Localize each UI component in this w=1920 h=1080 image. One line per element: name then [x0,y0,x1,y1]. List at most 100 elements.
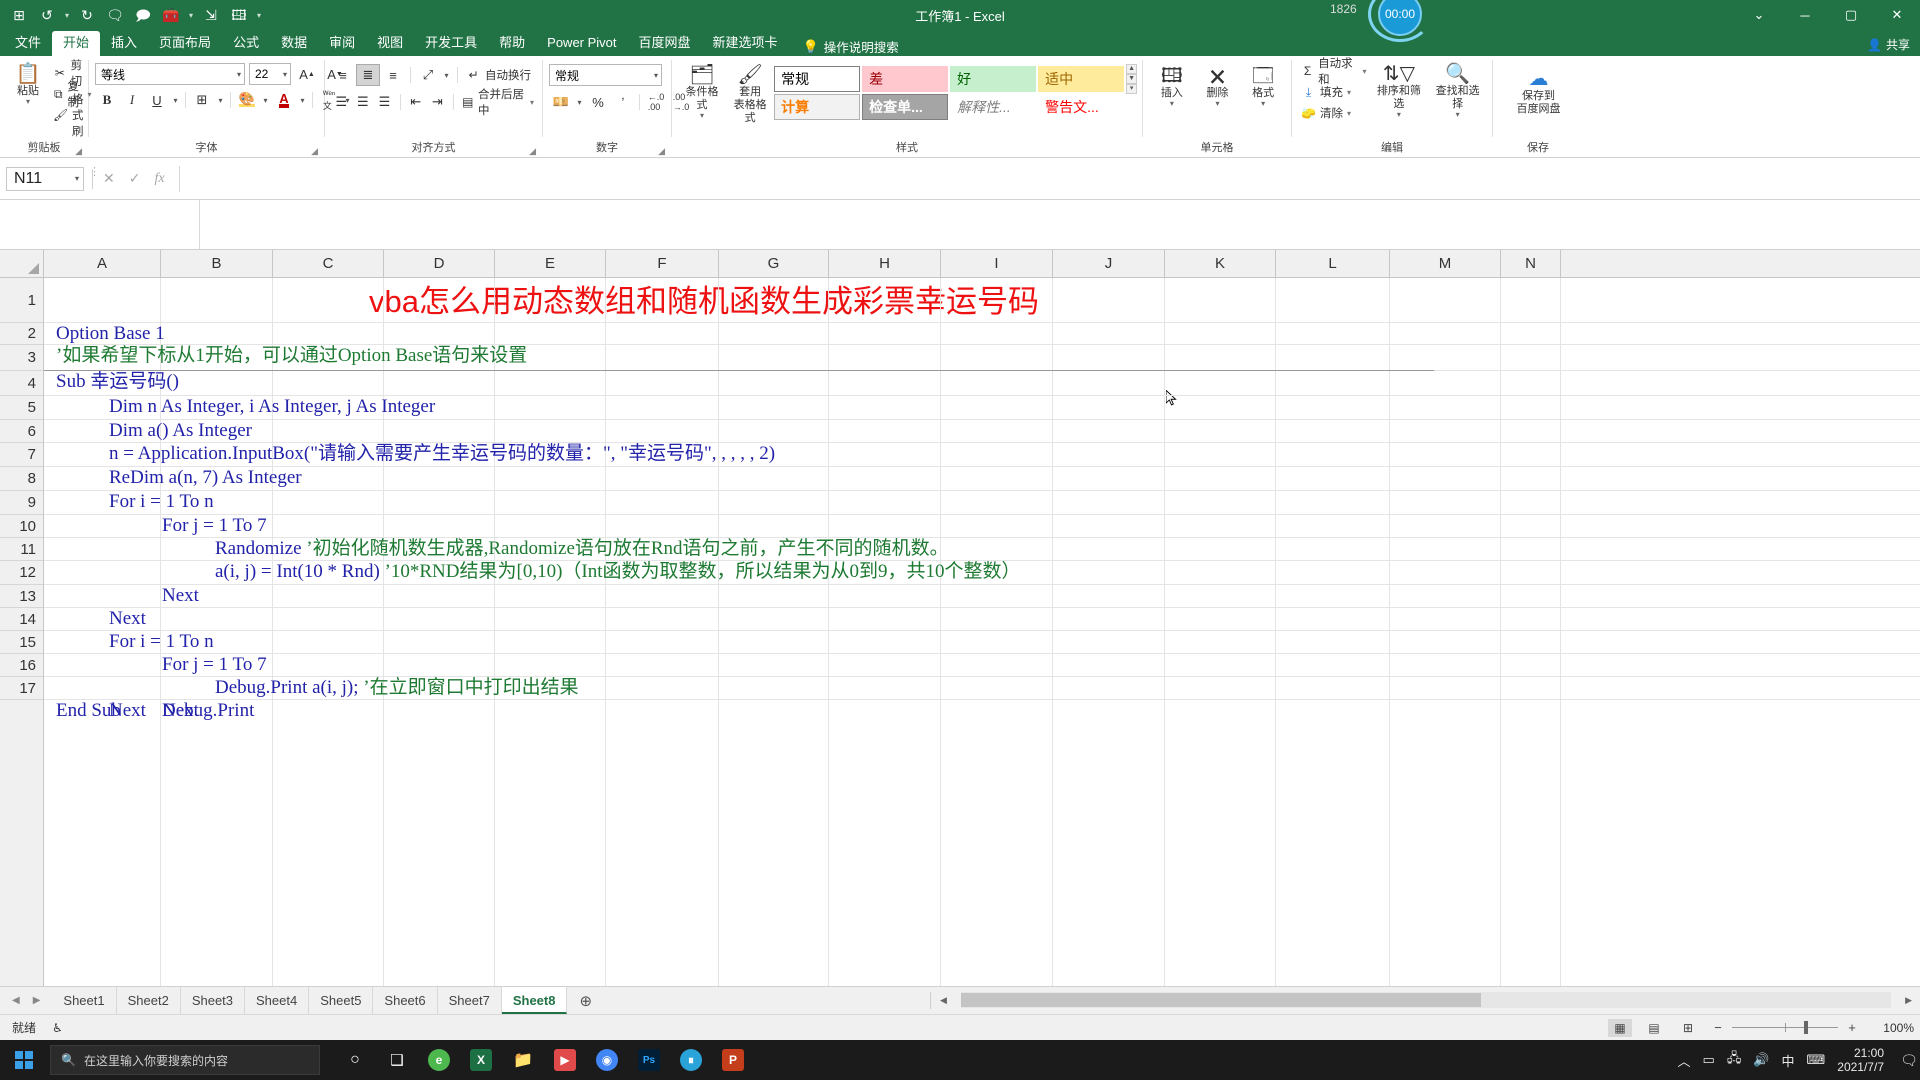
undo-dropdown-icon[interactable]: ▾ [62,11,72,20]
notification-center-icon[interactable]: 🗨 [1898,1040,1920,1080]
show-hidden-icons-icon[interactable]: ︿ [1678,1051,1691,1070]
powerpoint-icon[interactable]: P [712,1040,754,1080]
conditional-dropdown-icon[interactable]: ▾ [700,112,704,120]
column-header-D[interactable]: D [384,250,495,277]
sort-filter-button[interactable]: ⇅▽ 排序和筛选 ▾ [1370,61,1429,120]
excel-icon[interactable]: X [460,1040,502,1080]
format-as-table-button[interactable]: 🖌 套用 表格格式 [726,62,774,127]
fill-color-button[interactable]: 🎨 [235,89,259,111]
align-center-button[interactable]: ☰ [353,91,374,113]
row-header-14[interactable]: 14 [0,608,43,631]
sheet-tab-sheet3[interactable]: Sheet3 [180,987,246,1014]
align-bottom-button[interactable]: ≡ [381,64,405,86]
borders-dropdown-icon[interactable]: ▾ [215,89,226,111]
stop-record-icon[interactable]: 🗨 [102,3,128,27]
column-header-F[interactable]: F [606,250,719,277]
autosum-dropdown-icon[interactable]: ▾ [1363,67,1367,76]
underline-dropdown-icon[interactable]: ▾ [170,89,181,111]
wrap-text-button[interactable]: ↵ 自动换行 [463,65,534,85]
save-icon[interactable]: ⊞ [6,3,32,27]
record-macro-icon[interactable]: 🗩 [130,3,156,27]
cell-area[interactable]: vba怎么用动态数组和随机函数生成彩票幸运号码 Option Base 1 ʼ如果… [44,278,1920,986]
column-header-H[interactable]: H [829,250,941,277]
browser-icon[interactable]: e [418,1040,460,1080]
align-middle-button[interactable]: ≣ [356,64,380,86]
maximize-button[interactable]: ▢ [1828,0,1874,30]
tab-review[interactable]: 审阅 [318,31,366,56]
tab-home[interactable]: 开始 [52,31,101,56]
close-button[interactable]: ✕ [1874,0,1920,30]
accessibility-icon[interactable]: ♿ [52,1021,63,1035]
briefcase-dropdown-icon[interactable]: ▾ [186,11,196,20]
delete-dropdown-icon[interactable]: ▾ [1215,100,1219,108]
clear-dropdown-icon[interactable]: ▾ [1347,109,1351,118]
code-line[interactable]: For i = 1 To n [109,630,214,654]
code-line[interactable]: Debug.Print a(i, j); ʼ在立即窗口中打印出结果 [215,676,579,700]
taskbar-clock[interactable]: 21:00 2021/7/7 [1837,1046,1898,1074]
sheet-tab-sheet8[interactable]: Sheet8 [501,987,568,1014]
gallery-scroll[interactable]: ▲ ▼ ▾ [1126,62,1138,96]
column-header-E[interactable]: E [495,250,606,277]
zoom-handle[interactable] [1804,1021,1808,1034]
cortana-icon[interactable]: ○ [334,1040,376,1080]
accounting-format-button[interactable]: 💴 [549,91,573,113]
document-title-cell[interactable]: vba怎么用动态数组和随机函数生成彩票幸运号码 [369,282,1039,322]
style-cell-good[interactable]: 好 [950,66,1037,92]
tab-power-pivot[interactable]: Power Pivot [536,31,627,56]
style-cell-checkcell[interactable]: 检查单... [862,94,949,120]
name-box[interactable]: N11 ▾ [6,166,84,191]
column-header-A[interactable]: A [44,250,161,277]
number-format-combo[interactable]: 常规 ▾ [549,64,662,86]
gallery-more-icon[interactable]: ▾ [1126,84,1138,94]
code-line[interactable]: End Sub [56,699,121,723]
row-header-12[interactable]: 12 [0,561,43,585]
sheet-tab-sheet7[interactable]: Sheet7 [437,987,502,1014]
ime-mode-icon[interactable]: ⌨ [1807,1052,1826,1068]
row-header-6[interactable]: 6 [0,420,43,443]
format-painter-button[interactable]: 🖌 格式刷 [50,94,95,138]
fill-dropdown-icon[interactable]: ▾ [1347,88,1351,97]
fill-color-dropdown-icon[interactable]: ▾ [260,89,271,111]
align-left-button[interactable]: ☰ [331,91,352,113]
row-header-5[interactable]: 5 [0,396,43,420]
code-line[interactable]: Dim a() As Integer [109,419,252,443]
customize-qat-icon[interactable]: ▾ [254,11,264,20]
paste-button[interactable]: 📋 粘贴 ▾ [6,61,50,107]
media-player-icon[interactable]: ▶ [544,1040,586,1080]
volume-icon[interactable]: 🔊 [1753,1052,1769,1068]
gallery-scroll-up-icon[interactable]: ▲ [1126,64,1138,74]
page-layout-view-button[interactable]: ▤ [1642,1019,1666,1037]
sheet-tab-sheet2[interactable]: Sheet2 [116,987,181,1014]
sheet-tab-sheet1[interactable]: Sheet1 [52,987,117,1014]
code-line[interactable]: ʼ如果希望下标从1开始，可以通过Option Base语句来设置 [56,344,527,368]
briefcase-icon[interactable]: 🧰 [158,3,184,27]
increase-font-size-button[interactable]: A ▲ [295,63,319,85]
sheet-nav-last-icon[interactable]: ▶ [33,995,41,1006]
row-header-7[interactable]: 7 [0,443,43,467]
row-header-8[interactable]: 8 [0,467,43,491]
underline-button[interactable]: U [145,89,169,111]
enter-formula-icon[interactable]: ✓ [129,170,141,187]
hscroll-right-icon[interactable]: ▶ [1905,995,1912,1006]
zoom-slider[interactable]: − + [1710,1020,1860,1035]
tab-formulas[interactable]: 公式 [222,31,270,56]
autosum-button[interactable]: Σ 自动求和 ▾ [1298,58,1370,86]
column-header-C[interactable]: C [273,250,384,277]
font-family-dropdown-icon[interactable]: ▾ [233,70,241,79]
tab-data[interactable]: 数据 [270,31,318,56]
row-header-17[interactable]: 17 [0,677,43,700]
sheet-tab-sheet4[interactable]: Sheet4 [245,987,310,1014]
style-cell-calculation[interactable]: 计算 [774,94,861,120]
cancel-formula-icon[interactable]: ✕ [103,170,115,187]
insert-cells-button[interactable]: 🖽 插入 ▾ [1150,63,1194,109]
increase-indent-button[interactable]: ⇥ [427,91,448,113]
column-header-G[interactable]: G [719,250,829,277]
hscroll-thumb[interactable] [960,993,1481,1007]
formula-input[interactable] [178,165,1920,192]
code-line[interactable]: For i = 1 To n [109,490,214,514]
row-header-11[interactable]: 11 [0,538,43,561]
sheet-tab-sheet5[interactable]: Sheet5 [309,987,374,1014]
tell-me-search[interactable]: 💡 操作说明搜索 [789,37,899,56]
export-icon[interactable]: ⇲ [198,3,224,27]
zoom-track[interactable] [1732,1021,1838,1034]
